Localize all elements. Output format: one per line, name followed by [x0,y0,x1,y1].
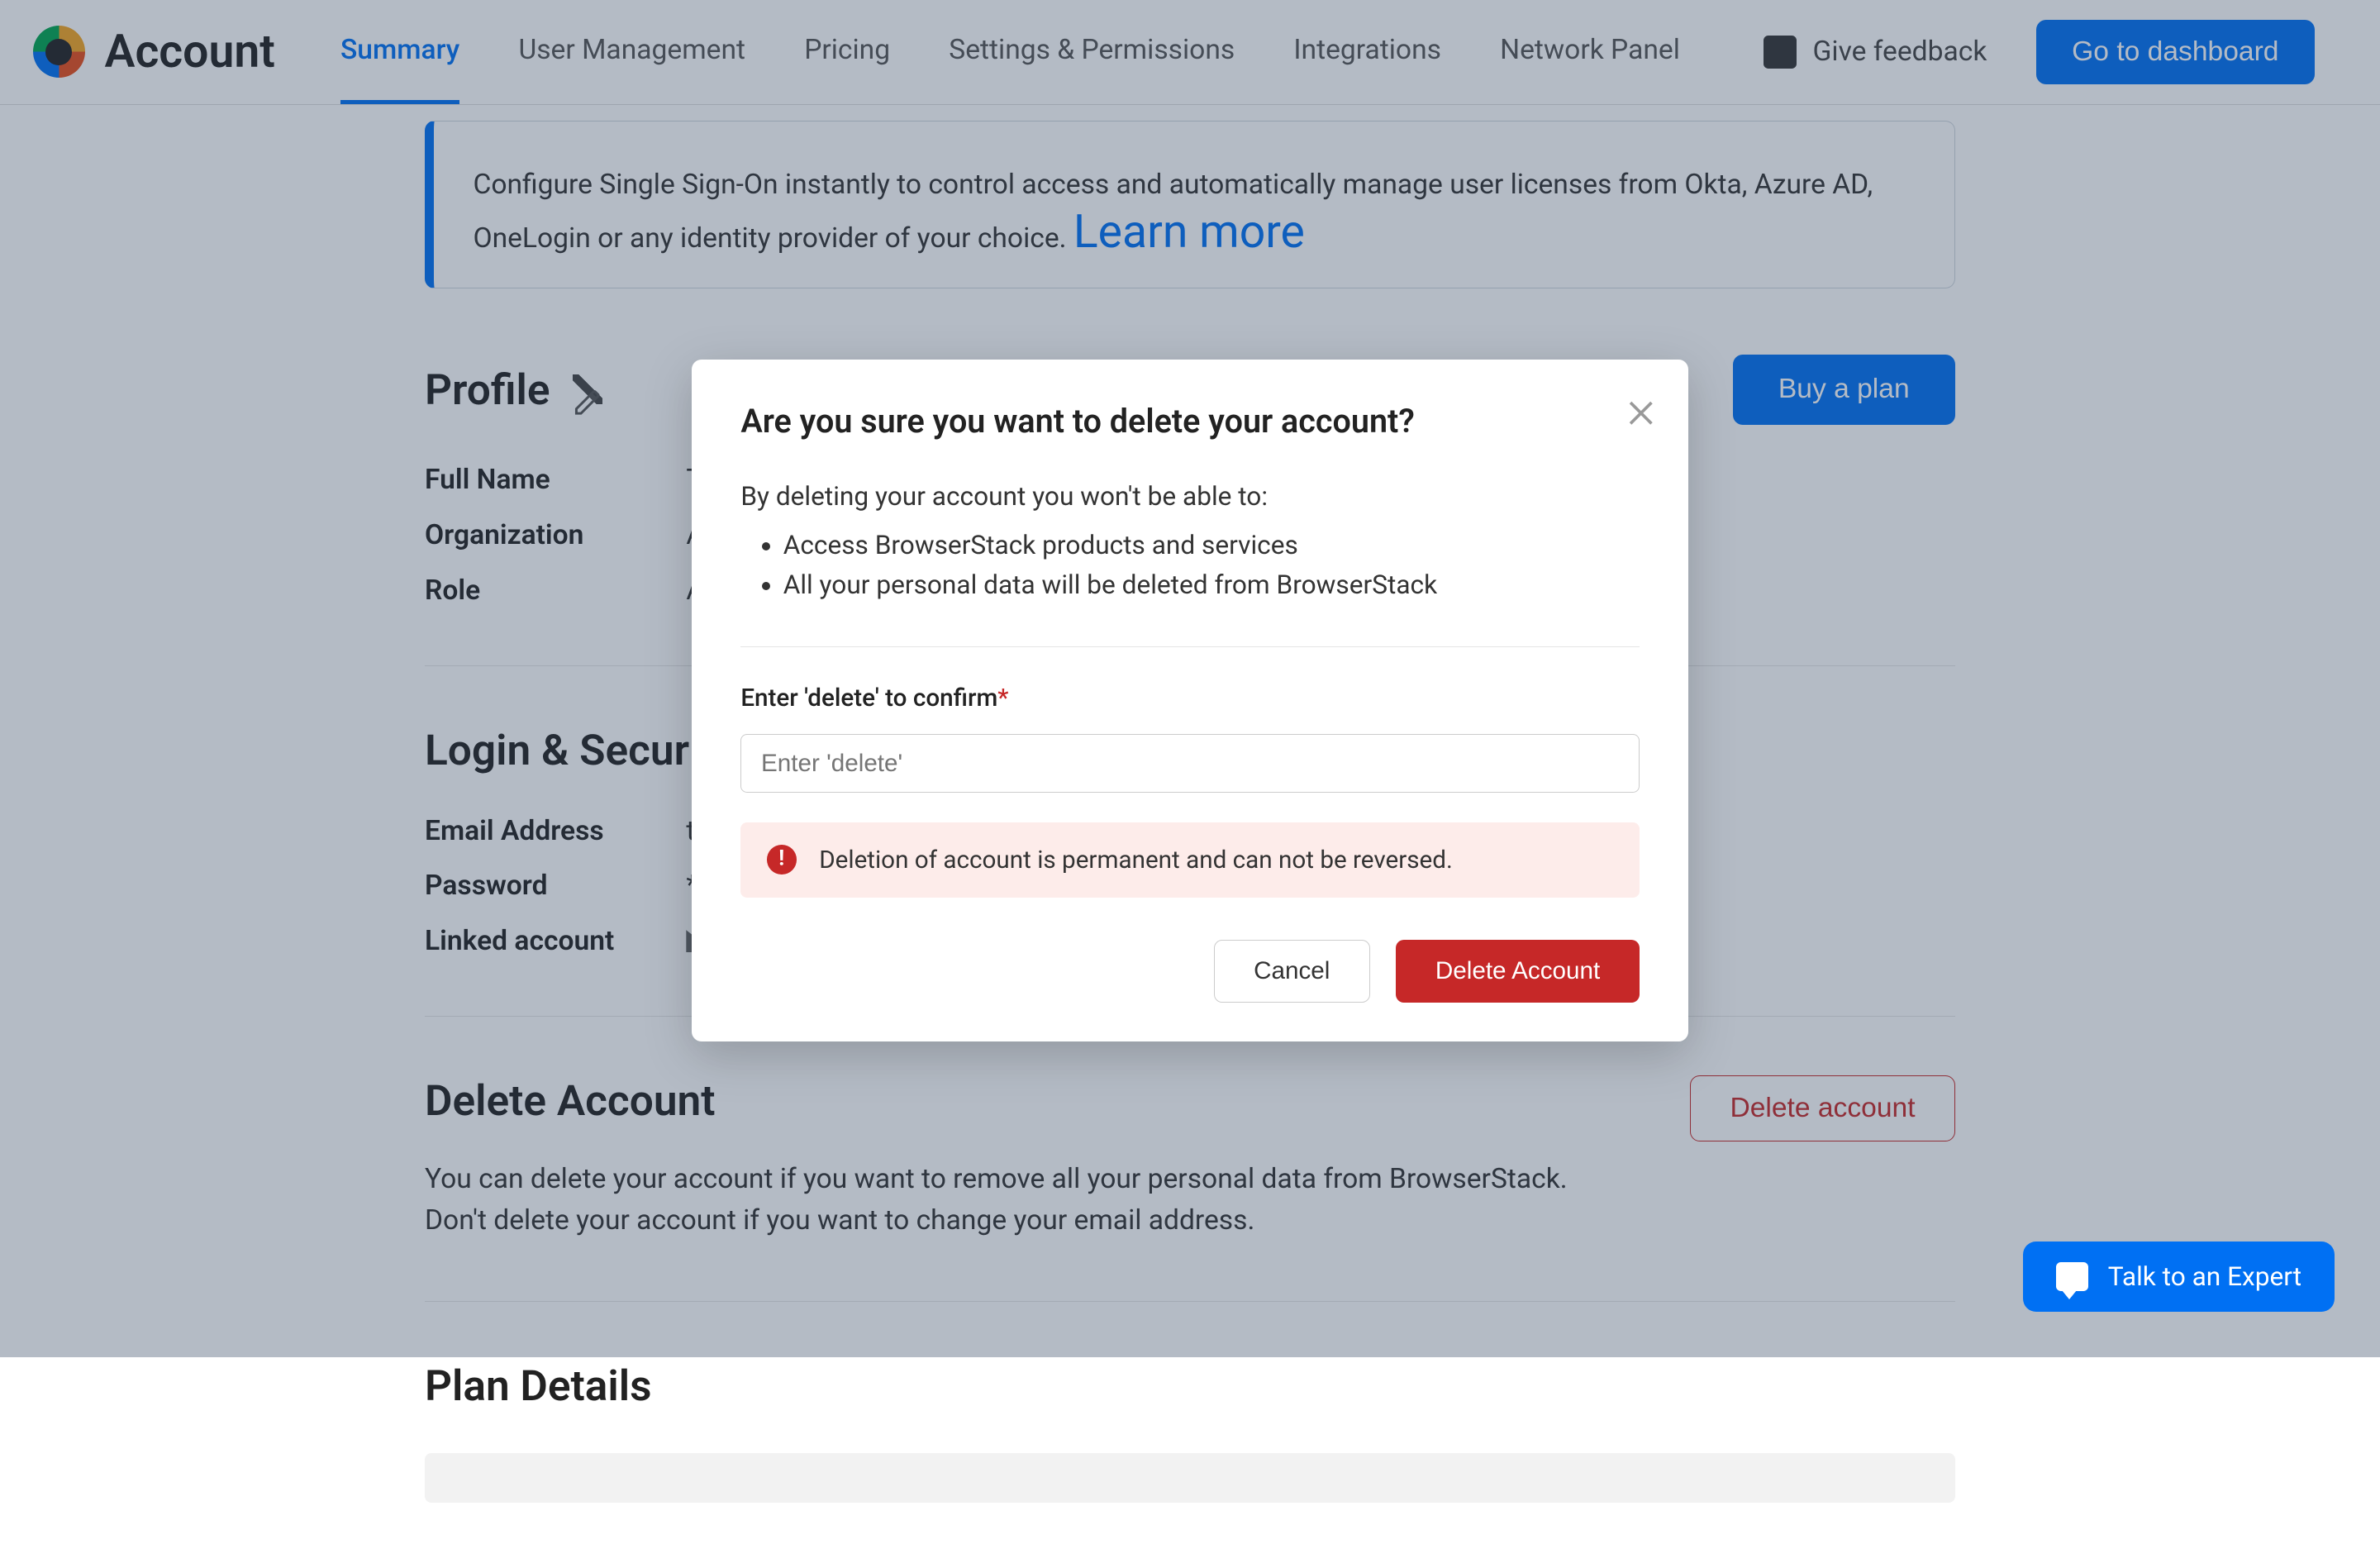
modal-confirm-label: Enter 'delete' to confirm* [740,684,1639,713]
modal-bullet-2: All your personal data will be deleted f… [783,565,1640,604]
modal-confirm-label-text: Enter 'delete' to confirm [740,684,997,713]
chat-label: Talk to an Expert [2108,1261,2301,1292]
modal-overlay: Are you sure you want to delete your acc… [0,0,2380,1357]
talk-to-expert-button[interactable]: Talk to an Expert [2023,1242,2335,1311]
modal-warning: Deletion of account is permanent and can… [740,822,1639,898]
modal-title: Are you sure you want to delete your acc… [740,402,1639,441]
confirm-delete-account-button[interactable]: Delete Account [1396,940,1639,1003]
required-asterisk: * [997,684,1008,713]
modal-separator [740,646,1639,647]
delete-account-modal: Are you sure you want to delete your acc… [692,360,1688,1041]
modal-intro: By deleting your account you won't be ab… [740,481,1268,512]
modal-warning-text: Deletion of account is permanent and can… [819,846,1453,875]
plan-details-box [425,1453,1955,1502]
modal-bullet-1: Access BrowserStack products and service… [783,526,1640,565]
plan-details-title: Plan Details [425,1361,1955,1411]
delete-confirm-input[interactable] [740,734,1639,793]
warning-icon [767,845,797,875]
modal-body: By deleting your account you won't be ab… [740,477,1639,604]
modal-actions: Cancel Delete Account [740,940,1639,1003]
cancel-button[interactable]: Cancel [1214,940,1370,1003]
chat-icon [2056,1262,2089,1292]
modal-close-icon[interactable] [1623,389,1659,425]
